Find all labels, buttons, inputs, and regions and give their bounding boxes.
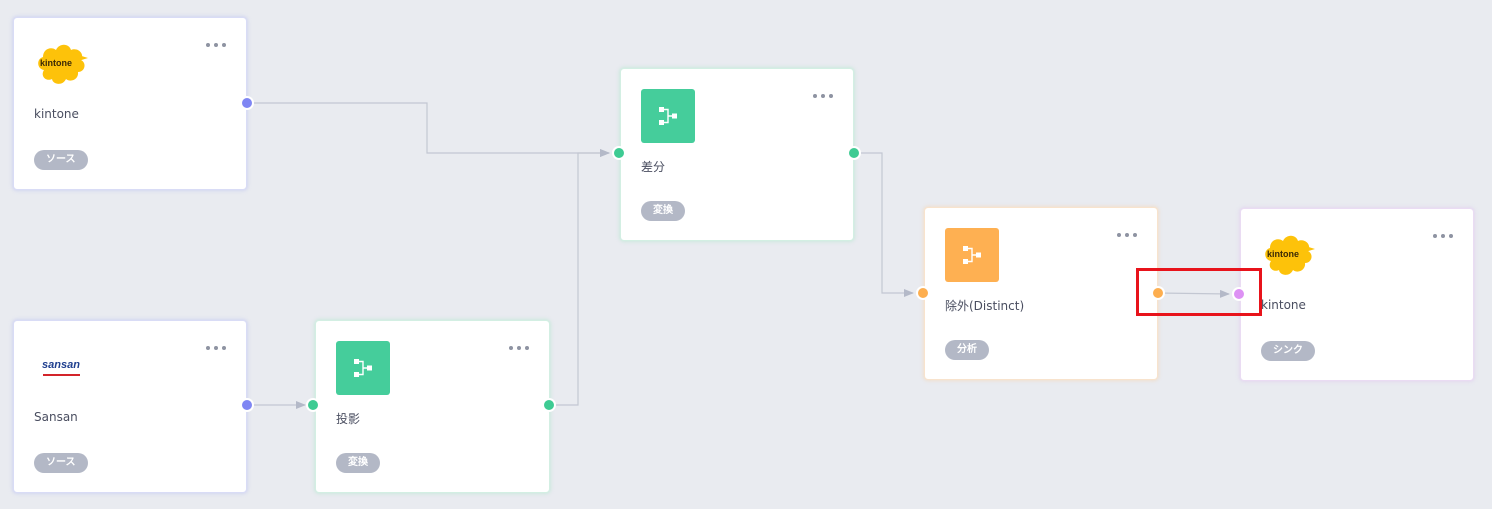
node-distinct[interactable]: 除外(Distinct) 分析 — [924, 207, 1158, 380]
node-type-badge: 分析 — [945, 340, 989, 360]
node-menu-button[interactable] — [1433, 231, 1453, 241]
node-title: kintone — [34, 107, 79, 121]
svg-text:kintone: kintone — [40, 58, 72, 68]
output-port[interactable] — [240, 398, 254, 412]
node-menu-button[interactable] — [1117, 230, 1137, 240]
pipeline-canvas[interactable]: kintone kintone ソース sansan Sansan ソース 投影… — [0, 0, 1492, 509]
node-title: kintone — [1261, 298, 1306, 312]
node-kintone-source[interactable]: kintone kintone ソース — [13, 17, 247, 190]
node-title: 除外(Distinct) — [945, 299, 1025, 313]
kintone-logo: kintone — [34, 38, 88, 92]
node-sansan-source[interactable]: sansan Sansan ソース — [13, 320, 247, 493]
edge-distinct-to-sink — [1157, 289, 1230, 298]
node-menu-button[interactable] — [509, 343, 529, 353]
svg-text:kintone: kintone — [1267, 249, 1299, 259]
node-title: 差分 — [641, 160, 666, 174]
node-menu-button[interactable] — [813, 91, 833, 101]
node-diff[interactable]: 差分 変換 — [620, 68, 854, 241]
input-port[interactable] — [306, 398, 320, 412]
branch-icon — [336, 341, 390, 395]
svg-text:sansan: sansan — [42, 359, 80, 371]
input-port[interactable] — [1232, 287, 1246, 301]
output-port[interactable] — [847, 146, 861, 160]
branch-icon — [945, 228, 999, 282]
sansan-logo: sansan — [34, 341, 88, 395]
kintone-logo: kintone — [1261, 229, 1315, 283]
node-kintone-sink[interactable]: kintone kintone シンク — [1240, 208, 1474, 381]
node-projection[interactable]: 投影 変換 — [315, 320, 550, 493]
node-title: Sansan — [34, 410, 78, 424]
input-port[interactable] — [612, 146, 626, 160]
node-type-badge: 変換 — [641, 201, 685, 221]
input-port[interactable] — [916, 286, 930, 300]
edge-kintone-to-diff — [247, 102, 610, 157]
node-menu-button[interactable] — [206, 40, 226, 50]
node-type-badge: シンク — [1261, 341, 1315, 361]
node-title: 投影 — [336, 412, 361, 426]
node-type-badge: ソース — [34, 453, 88, 473]
node-type-badge: 変換 — [336, 453, 380, 473]
output-port[interactable] — [542, 398, 556, 412]
node-type-badge: ソース — [34, 150, 88, 170]
edge-projection-to-diff — [549, 149, 610, 406]
output-port[interactable] — [1151, 286, 1165, 300]
edge-diff-to-distinct — [854, 152, 914, 297]
node-menu-button[interactable] — [206, 343, 226, 353]
output-port[interactable] — [240, 96, 254, 110]
branch-icon — [641, 89, 695, 143]
